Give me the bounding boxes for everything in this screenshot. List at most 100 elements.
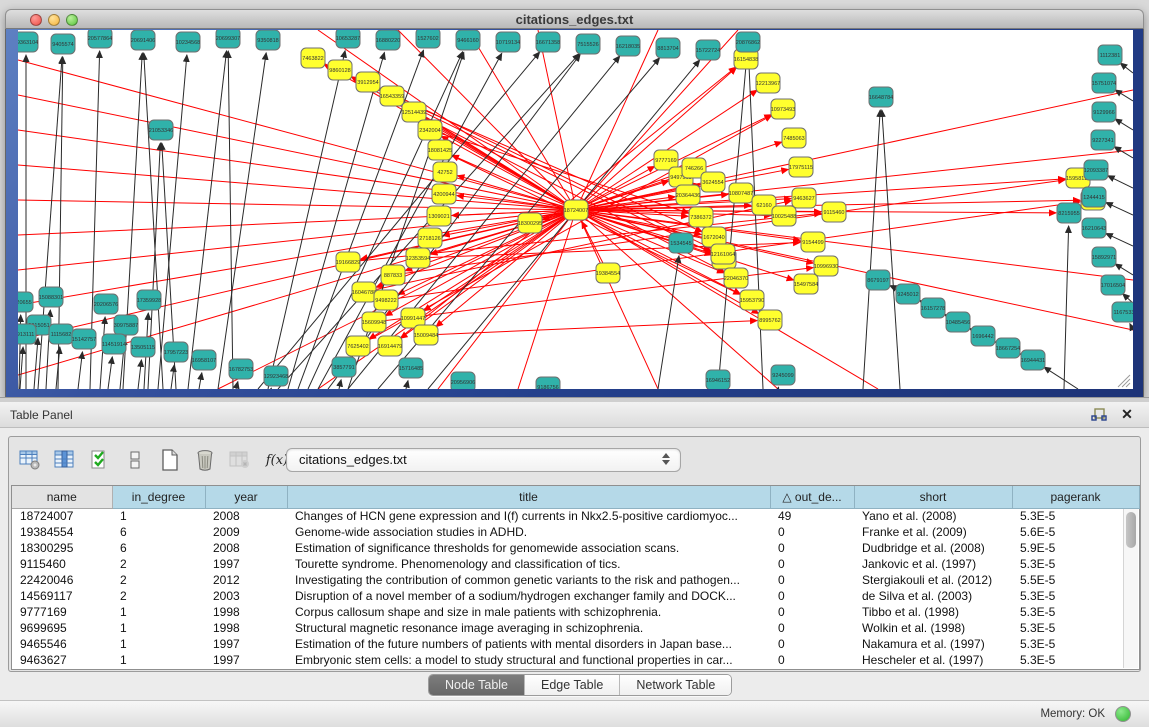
node[interactable]: 15716485 (399, 358, 423, 378)
table-settings-icon[interactable] (17, 447, 43, 473)
float-panel-icon[interactable] (1091, 407, 1107, 423)
node[interactable]: 16958107 (192, 350, 216, 370)
node[interactable]: 15722724 (696, 40, 720, 60)
node[interactable]: 8813704 (656, 38, 680, 58)
table-cell[interactable]: Yano et al. (2008) (854, 508, 1012, 524)
table-cell[interactable]: 19384554 (12, 524, 112, 540)
edge[interactable] (1120, 63, 1133, 73)
table-cell[interactable]: 5.3E-5 (1012, 556, 1139, 572)
selected-edge[interactable] (18, 200, 576, 210)
table-cell[interactable]: Tibbo et al. (1998) (854, 604, 1012, 620)
tab-node-table[interactable]: Node Table (429, 675, 525, 695)
edge[interactable] (882, 110, 900, 389)
node[interactable]: 16648784 (869, 87, 893, 107)
selected-node[interactable]: 4200944 (432, 184, 456, 204)
node[interactable]: 20691406 (131, 30, 155, 50)
selected-node[interactable]: 15009484 (414, 325, 438, 345)
table-cell[interactable]: 49 (770, 508, 854, 524)
edge[interactable] (1108, 176, 1133, 188)
table-cell[interactable]: 2008 (205, 508, 287, 524)
selected-edge[interactable] (426, 321, 757, 335)
table-cell[interactable]: 0 (770, 556, 854, 572)
tab-edge-table[interactable]: Edge Table (525, 675, 620, 695)
table-cell[interactable]: 2008 (205, 540, 287, 556)
table-cell[interactable]: Embryonic stem cells: a model to study s… (287, 652, 770, 668)
edge[interactable] (218, 53, 266, 389)
selected-node[interactable]: 15609948 (362, 312, 386, 332)
node[interactable]: 16210643 (1082, 218, 1106, 238)
node[interactable]: 15142757 (72, 329, 96, 349)
node[interactable]: 20206576 (94, 294, 118, 314)
node[interactable]: 9405574 (51, 34, 75, 54)
table-cell[interactable]: 5.3E-5 (1012, 508, 1139, 524)
node[interactable]: 15892971 (1092, 247, 1116, 267)
edge[interactable] (171, 365, 174, 389)
table-cell[interactable]: 2012 (205, 572, 287, 588)
table-cell[interactable]: Tourette syndrome. Phenomenology and cla… (287, 556, 770, 572)
node[interactable]: 9129966 (1092, 102, 1116, 122)
node[interactable]: 9186756 (536, 377, 560, 389)
table-cell[interactable]: 5.3E-5 (1012, 636, 1139, 652)
column-header-year[interactable]: year (205, 486, 287, 508)
table-cell[interactable]: 9699695 (12, 620, 112, 636)
selected-edge[interactable] (18, 210, 576, 235)
selected-node[interactable]: 9860128 (328, 60, 352, 80)
node[interactable]: 16944431 (1021, 350, 1045, 370)
edge[interactable] (236, 382, 238, 389)
selected-node[interactable]: 17975115 (789, 157, 813, 177)
table-cell[interactable]: Estimation of the future numbers of pati… (287, 636, 770, 652)
node[interactable]: 20577864 (88, 30, 112, 48)
node[interactable]: 8215955 (1057, 203, 1081, 223)
table-cell[interactable]: 0 (770, 524, 854, 540)
selected-node[interactable]: 8995762 (758, 310, 782, 330)
selected-node[interactable]: 9154499 (801, 232, 825, 252)
table-row[interactable]: 2242004622012Investigating the contribut… (12, 572, 1139, 588)
selected-node[interactable]: 7386372 (689, 207, 713, 227)
selected-edge[interactable] (436, 210, 576, 327)
selected-node[interactable]: 19384554 (596, 263, 620, 283)
selected-node[interactable]: 2342004 (418, 120, 442, 140)
table-scrollbar-thumb[interactable] (1126, 512, 1136, 548)
table-cell[interactable]: 2003 (205, 588, 287, 604)
new-table-icon[interactable] (157, 447, 183, 473)
column-header-pagerank[interactable]: pagerank (1012, 486, 1139, 508)
selected-node[interactable]: 15953790 (740, 290, 764, 310)
node[interactable]: 17016504 (1101, 275, 1125, 295)
table-cell[interactable]: 9463627 (12, 652, 112, 668)
table-cell[interactable]: Corpus callosum shape and size in male p… (287, 604, 770, 620)
table-cell[interactable]: Genome-wide association studies in ADHD. (287, 524, 770, 540)
window-titlebar[interactable]: citations_edges.txt (5, 9, 1144, 29)
node[interactable]: 3857791 (332, 357, 356, 377)
node[interactable]: 10234568 (176, 32, 200, 52)
table-cell[interactable]: Franke et al. (2009) (854, 524, 1012, 540)
node[interactable]: 20956906 (451, 372, 475, 389)
column-header-out_de[interactable]: △ out_de... (770, 486, 854, 508)
edge[interactable] (1115, 264, 1133, 275)
edge[interactable] (158, 55, 187, 389)
node[interactable]: 9466160 (456, 30, 480, 50)
table-cell[interactable]: Nakamura et al. (1997) (854, 636, 1012, 652)
edge[interactable] (1106, 202, 1133, 215)
table-cell[interactable]: 0 (770, 572, 854, 588)
selected-node[interactable]: 19166829 (336, 252, 360, 272)
selected-node[interactable]: 12213967 (756, 73, 780, 93)
table-cell[interactable]: 0 (770, 636, 854, 652)
edge[interactable] (138, 360, 141, 389)
selected-node[interactable]: 20364436 (676, 185, 700, 205)
selected-node[interactable]: 16543359 (380, 86, 404, 106)
table-cell[interactable]: 1998 (205, 604, 287, 620)
table-cell[interactable]: 1 (112, 508, 205, 524)
table-cell[interactable]: 5.6E-5 (1012, 524, 1139, 540)
node[interactable]: 9245012 (896, 284, 920, 304)
node[interactable]: 7515526 (576, 34, 600, 54)
selected-node[interactable]: 9463627 (792, 188, 816, 208)
node[interactable]: 16218035 (616, 36, 640, 56)
node[interactable]: 18667254 (996, 338, 1020, 358)
table-cell[interactable]: 1 (112, 620, 205, 636)
table-scrollbar[interactable] (1123, 509, 1138, 668)
node[interactable]: 1527602 (416, 30, 440, 48)
selected-node[interactable]: 18724007 (564, 200, 588, 220)
node[interactable]: 1696442 (971, 326, 995, 346)
table-cell[interactable]: Investigating the contribution of common… (287, 572, 770, 588)
edge[interactable] (20, 347, 23, 389)
